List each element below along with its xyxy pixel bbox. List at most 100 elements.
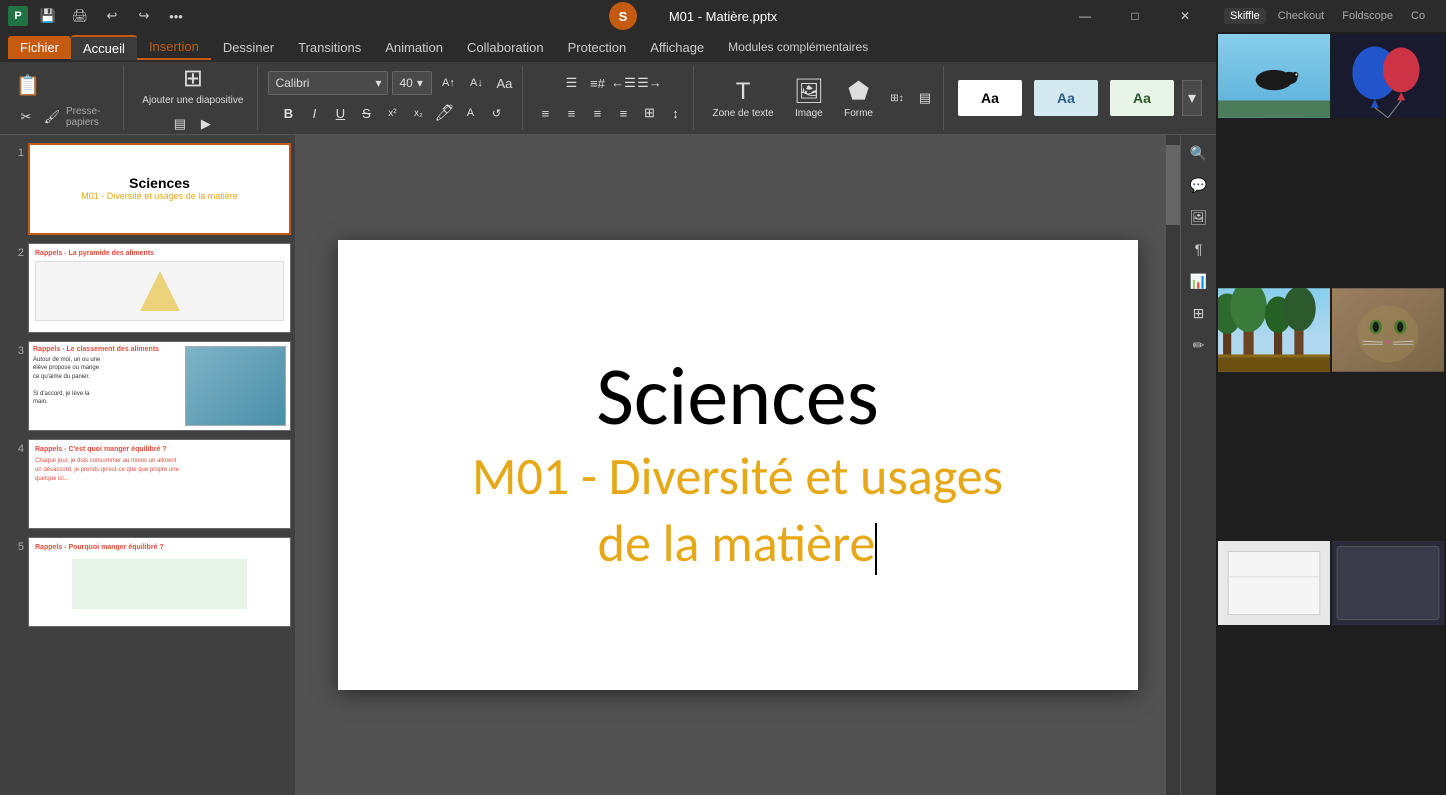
align-left-button[interactable]: ≡ [533,101,557,125]
grid-image-extra[interactable] [1332,541,1444,625]
slide-5-content [72,559,246,609]
theme-3[interactable]: Aa [1106,76,1178,120]
slides-view-button[interactable]: ▤ [913,86,937,110]
slide-layout-button[interactable]: ▤ [168,112,192,136]
browser-tab-skiffle[interactable]: Skiffle [1224,8,1266,24]
browser-tab-co[interactable]: Co [1405,8,1431,24]
theme-2[interactable]: Aa [1030,76,1102,120]
themes-expand-button[interactable]: ▾ [1182,80,1202,116]
grid-image-white[interactable] [1218,541,1330,625]
image-label: Image [795,108,823,119]
rs-paragraph-button[interactable]: ¶ [1185,235,1213,263]
slide-4-label: Rappels - C'est quoi manger équilibré ? [35,446,284,453]
save-icon[interactable]: 💾 [40,8,56,24]
slide-3-image [185,346,286,426]
user-avatar: S [609,2,637,30]
ribbon-group-slides: ⊞ Ajouter une diapositive ▤ ▶ [128,66,258,130]
text-zone-button[interactable]: T Zone de texte [704,70,781,126]
slide-thumb-5[interactable]: 5 Rappels - Pourquoi manger équilibré ? [4,537,291,627]
undo-icon[interactable]: ↩ [104,8,120,24]
numbered-list-button[interactable]: ≡# [585,71,609,95]
title-bar: P 💾 🖨 ↩ ↪ ••• M01 - Matière.pptx S — □ ✕ [0,0,1216,32]
line-spacing-button[interactable]: ↕ [663,101,687,125]
tab-transitions[interactable]: Transitions [286,36,373,59]
underline-button[interactable]: U [328,101,352,125]
arrange-button[interactable]: ⊞↕ [885,86,909,110]
rs-comment-button[interactable]: 💬 [1185,171,1213,199]
minimize-button[interactable]: — [1062,0,1108,32]
columns-button[interactable]: ⊞ [637,101,661,125]
align-right-button[interactable]: ≡ [585,101,609,125]
grid-image-cat[interactable] [1332,288,1444,372]
forme-button[interactable]: ⬟ Forme [836,70,881,126]
subscript-button[interactable]: x₂ [406,101,430,125]
vertical-scrollbar[interactable] [1166,135,1180,795]
italic-button[interactable]: I [302,101,326,125]
slide-main-title[interactable]: Sciences [596,352,879,442]
rs-chart-button[interactable]: 📊 [1185,267,1213,295]
tab-affichage[interactable]: Affichage [638,36,716,59]
text-zone-label: Zone de texte [712,108,773,119]
font-size-dropdown[interactable]: 40 ▾ [392,71,432,95]
bold-button[interactable]: B [276,101,300,125]
align-center-button[interactable]: ≡ [559,101,583,125]
decrease-indent-button[interactable]: ←☰ [611,71,635,95]
ribbon-group-clipboard: 📋 ✂ 🖌 Presse-papiers [8,66,124,130]
slide-thumb-1[interactable]: 1 Sciences M01 - Diversité et usages de … [4,143,291,235]
tab-protection[interactable]: Protection [556,36,639,59]
chevron-down-icon: ▾ [417,76,423,90]
tab-insertion[interactable]: Insertion [137,35,211,60]
slide-canvas[interactable]: Sciences M01 - Diversité et usages de la… [338,240,1138,690]
format-copy-button[interactable]: 🖌 [40,105,64,129]
cut-button[interactable]: ✂ [14,105,38,129]
bullets-button[interactable]: ☰ [559,71,583,95]
grid-image-balloons[interactable] [1332,34,1444,118]
grid-image-bird[interactable] [1218,34,1330,118]
slide-1-subtitle: M01 - Diversité et usages de la matière [81,191,238,203]
browser-sidebar: Skiffle Checkout Foldscope Co [1216,0,1446,795]
more-icon[interactable]: ••• [168,8,184,24]
clear-format-button[interactable]: ↺ [484,101,508,125]
add-slide-button[interactable]: ⊞ Ajouter une diapositive [134,60,251,110]
print-icon[interactable]: 🖨 [72,8,88,24]
increase-indent-button[interactable]: ☰→ [637,71,661,95]
superscript-button[interactable]: x² [380,101,404,125]
grid-image-nature[interactable] [1218,288,1330,372]
paste-button[interactable]: 📋 [14,67,42,103]
chevron-down-icon: ▾ [375,76,381,90]
tab-animation[interactable]: Animation [373,36,455,59]
decrease-font-button[interactable]: A↓ [464,71,488,95]
browser-tab-checkout[interactable]: Checkout [1272,8,1330,24]
rs-draw-button[interactable]: ✏ [1185,331,1213,359]
font-color-button[interactable]: A [458,101,482,125]
maximize-button[interactable]: □ [1112,0,1158,32]
slide-thumb-2[interactable]: 2 Rappels - La pyramide des aliments [4,243,291,333]
highlight-button[interactable]: 🖊 [432,101,456,125]
theme-1[interactable]: Aa [954,76,1026,120]
rs-search-button[interactable]: 🔍 [1185,139,1213,167]
slide-5-label: Rappels - Pourquoi manger équilibré ? [35,544,284,551]
tab-dessiner[interactable]: Dessiner [211,36,286,59]
image-button[interactable]: 🖼 Image [786,70,832,126]
font-family-dropdown[interactable]: Calibri ▾ [268,71,388,95]
change-case-button[interactable]: Aa [492,71,516,95]
tab-collaboration[interactable]: Collaboration [455,36,556,59]
browser-tab-foldscope[interactable]: Foldscope [1336,8,1399,24]
justify-button[interactable]: ≡ [611,101,635,125]
tab-fichier[interactable]: Fichier [8,36,71,59]
scrollbar-thumb[interactable] [1166,145,1180,225]
clipboard-label: Presse-papiers [66,104,117,128]
slide-thumb-4[interactable]: 4 Rappels - C'est quoi manger équilibré … [4,439,291,529]
redo-icon[interactable]: ↪ [136,8,152,24]
slide-thumb-3[interactable]: 3 Rappels - Le classement des aliments A… [4,341,291,431]
slide-main-subtitle[interactable]: M01 - Diversité et usages de la matière [472,443,1003,578]
close-button[interactable]: ✕ [1162,0,1208,32]
tab-accueil[interactable]: Accueil [71,35,137,60]
tab-modules[interactable]: Modules complémentaires [716,36,880,58]
rs-table-button[interactable]: ⊞ [1185,299,1213,327]
slide-present-button[interactable]: ▶ [194,112,218,136]
rs-media-button[interactable]: 🖼 [1185,203,1213,231]
increase-font-button[interactable]: A↑ [436,71,460,95]
strikethrough-button[interactable]: S [354,101,378,125]
slide-canvas-area[interactable]: Sciences M01 - Diversité et usages de la… [295,135,1180,795]
